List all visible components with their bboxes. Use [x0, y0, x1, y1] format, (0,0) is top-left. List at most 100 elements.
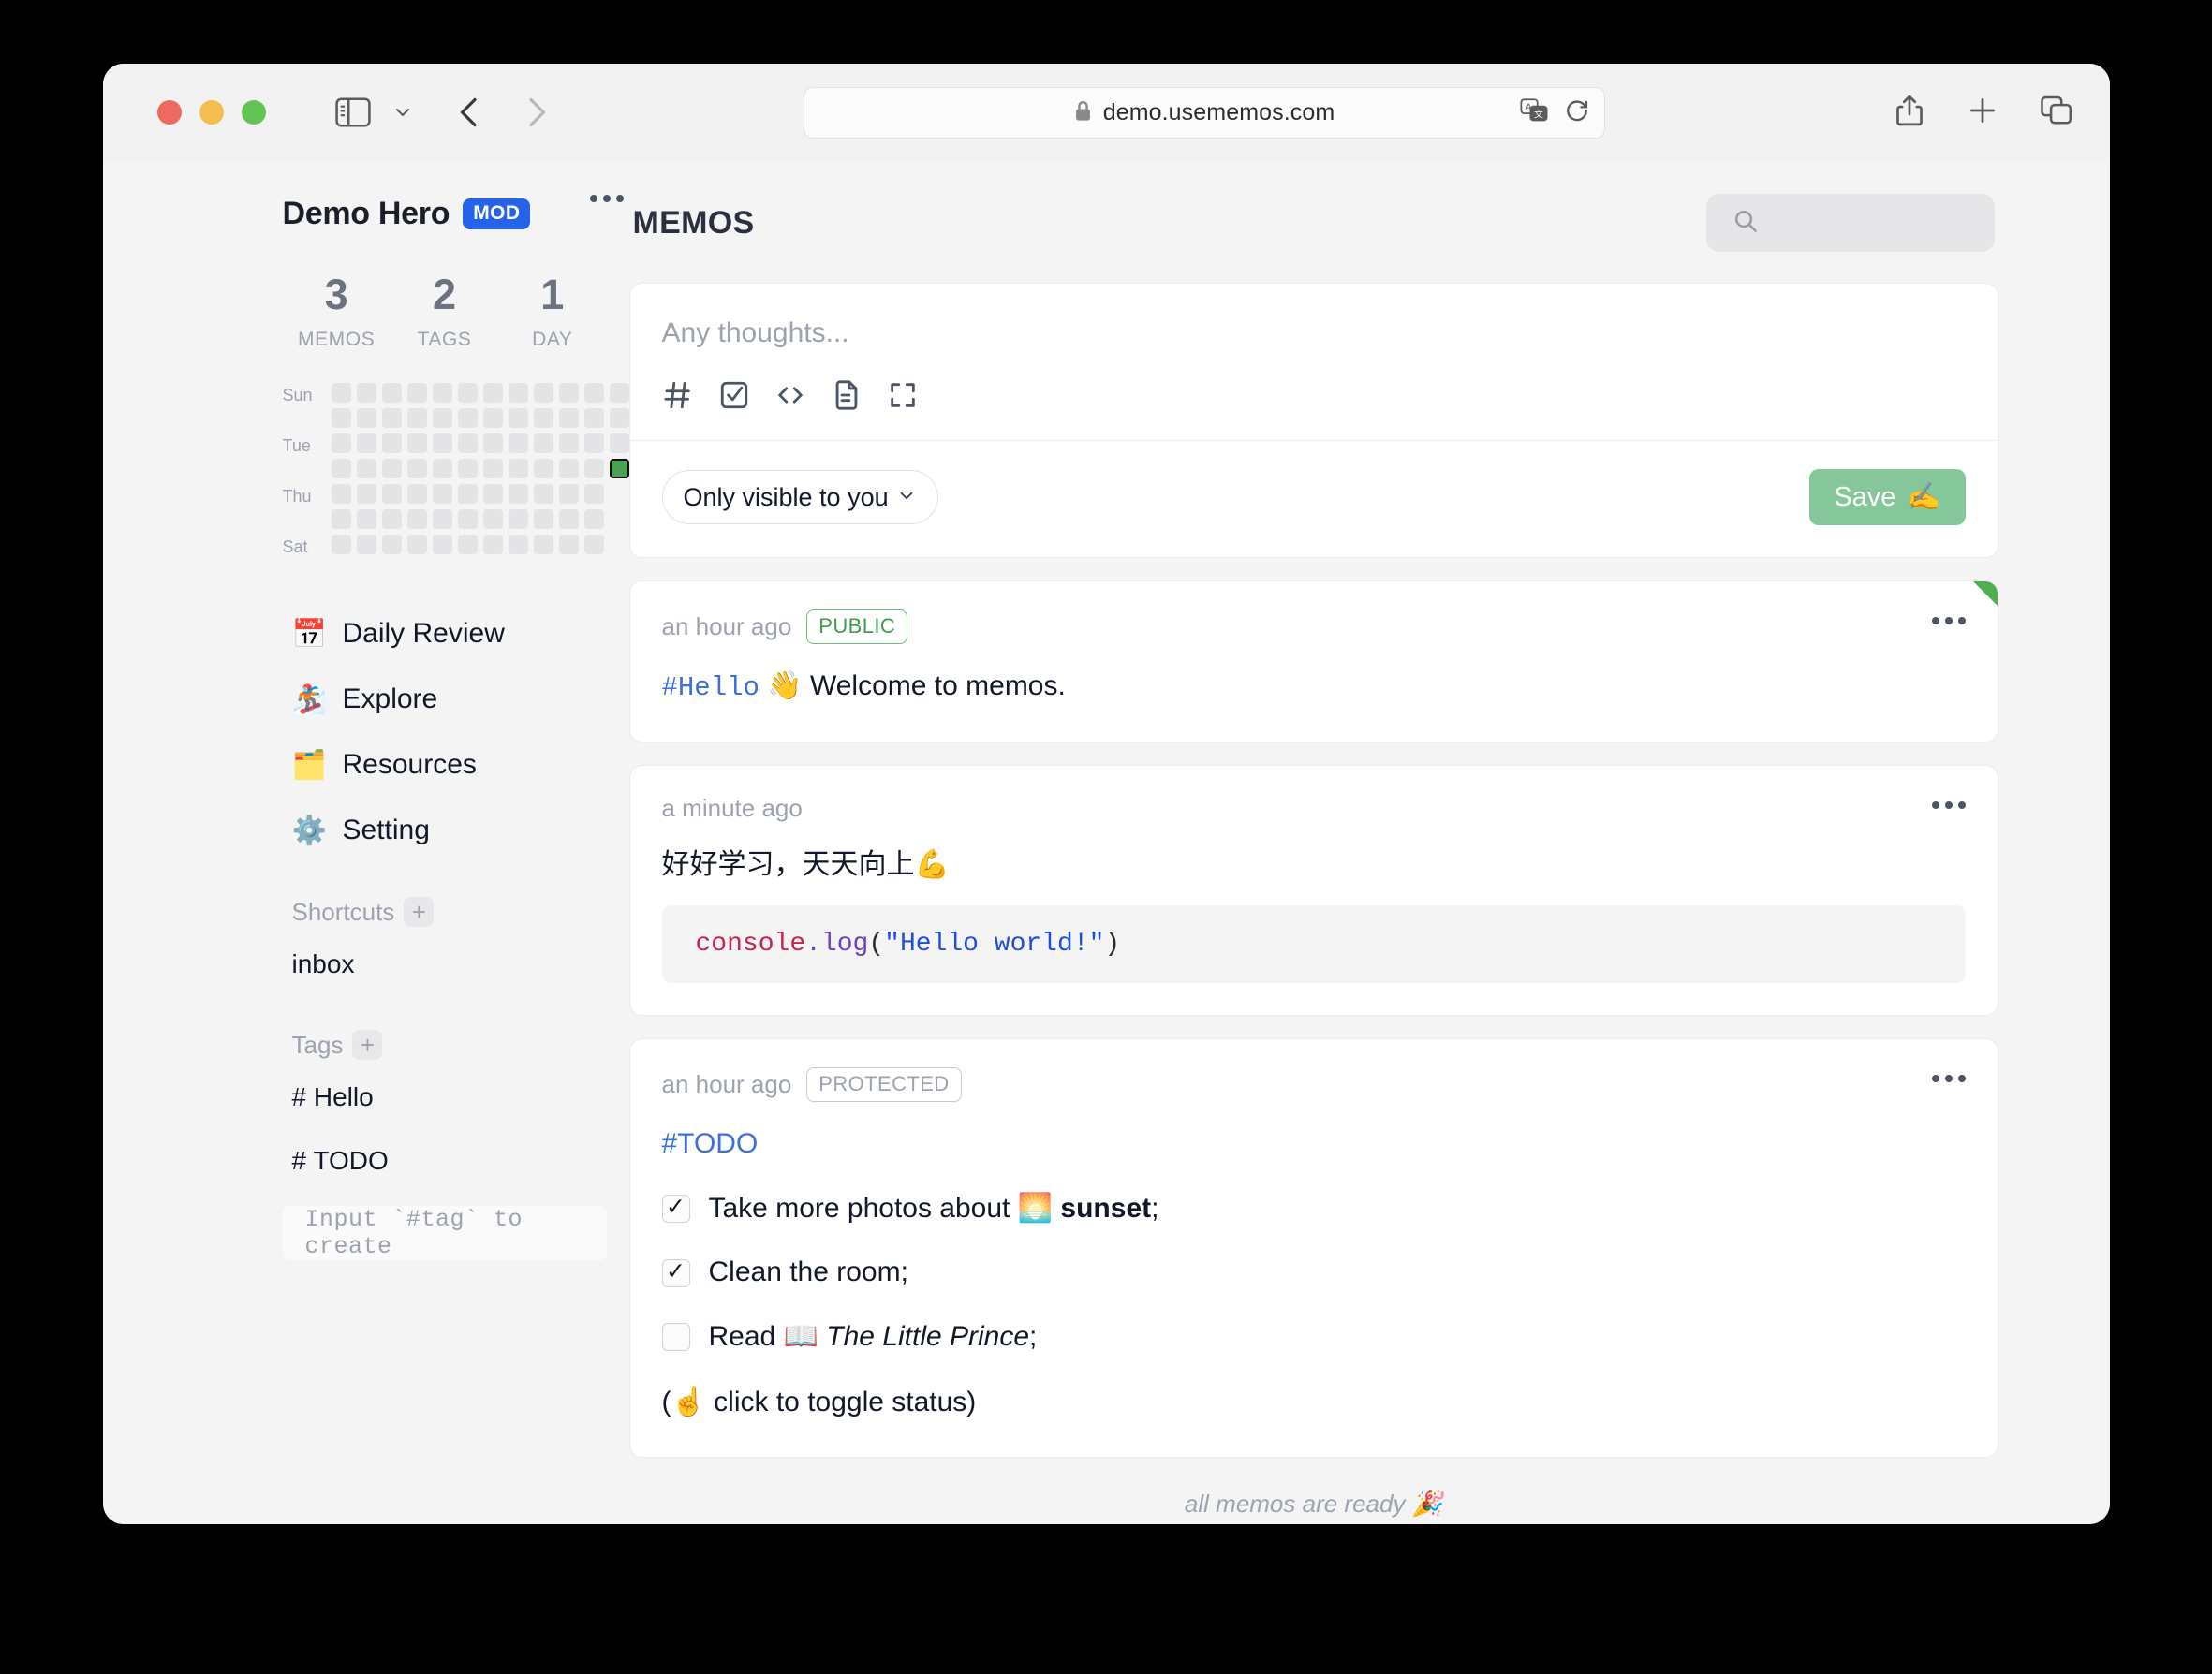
heatmap-cell[interactable] [406, 535, 427, 554]
heatmap-cell[interactable] [457, 484, 478, 504]
heatmap-cell[interactable] [482, 408, 503, 428]
heatmap-cell[interactable] [558, 433, 579, 453]
translate-icon[interactable]: A 文 [1520, 98, 1548, 127]
heatmap-cell[interactable] [331, 535, 351, 554]
sidebar-item-setting[interactable]: ⚙️ Setting [283, 798, 607, 863]
heatmap-cell[interactable] [508, 433, 528, 453]
heatmap-cell[interactable] [508, 459, 528, 478]
heatmap-cell[interactable] [583, 459, 604, 478]
code-icon[interactable] [774, 379, 806, 416]
memo-card[interactable]: an hour ago PUBLIC #Hello 👋 Welcome to m… [628, 580, 1998, 742]
heatmap-cell[interactable] [508, 509, 528, 529]
back-chevron-icon[interactable] [455, 95, 483, 129]
heatmap-cell[interactable] [583, 433, 604, 453]
todo-item[interactable]: Read 📖 The Little Prince; [661, 1315, 1966, 1359]
heatmap-cell[interactable] [533, 535, 553, 554]
heatmap-cell[interactable] [432, 484, 452, 504]
heatmap-cell[interactable] [457, 509, 478, 529]
heatmap-cell[interactable] [457, 383, 478, 403]
heatmap-cell[interactable] [457, 433, 478, 453]
heatmap-cell[interactable] [356, 408, 376, 428]
heatmap-cell[interactable] [331, 433, 351, 453]
ellipsis-icon[interactable] [1931, 617, 1966, 624]
heatmap-cell[interactable] [508, 484, 528, 504]
heatmap-cell[interactable] [583, 509, 604, 529]
heatmap-cell[interactable] [432, 459, 452, 478]
heatmap-cell[interactable] [406, 459, 427, 478]
ellipsis-icon[interactable] [1931, 800, 1966, 809]
tag-item-hello[interactable]: # Hello [283, 1065, 607, 1129]
plus-icon[interactable] [1968, 95, 1998, 130]
heatmap-cell[interactable] [482, 433, 503, 453]
heatmap-cell[interactable] [533, 459, 553, 478]
heatmap-cell[interactable] [331, 459, 351, 478]
document-icon[interactable] [831, 379, 863, 416]
tag-item-todo[interactable]: # TODO [283, 1129, 607, 1193]
reload-icon[interactable] [1565, 98, 1589, 127]
heatmap-cell[interactable] [381, 433, 402, 453]
ellipsis-icon[interactable] [1931, 1075, 1966, 1083]
heatmap-cell[interactable] [583, 484, 604, 504]
close-window-button[interactable] [157, 100, 182, 125]
heatmap-cell[interactable] [533, 408, 553, 428]
fullscreen-icon[interactable] [887, 379, 919, 416]
heatmap-cell[interactable] [482, 459, 503, 478]
heatmap-cell[interactable] [508, 383, 528, 403]
heatmap-cell[interactable] [406, 433, 427, 453]
heatmap-cell[interactable] [432, 433, 452, 453]
tab-overview-icon[interactable] [2041, 95, 2072, 130]
heatmap-cell[interactable] [609, 433, 629, 453]
hash-icon[interactable] [662, 379, 694, 416]
heatmap-cell[interactable] [406, 484, 427, 504]
heatmap-cell[interactable] [356, 484, 376, 504]
chevron-down-icon[interactable] [391, 101, 414, 124]
checkbox-checked-icon[interactable]: ✓ [661, 1195, 690, 1224]
heatmap-cell[interactable] [482, 509, 503, 529]
search-input[interactable] [1705, 194, 1995, 252]
minimize-window-button[interactable] [199, 100, 224, 125]
heatmap-grid[interactable] [331, 383, 629, 560]
heatmap-cell[interactable] [508, 408, 528, 428]
memo-tag-link[interactable]: #TODO [662, 1128, 759, 1159]
heatmap-cell[interactable] [432, 535, 452, 554]
todo-item[interactable]: ✓ Clean the room; [661, 1251, 1966, 1295]
heatmap-cell[interactable] [356, 509, 376, 529]
user-name[interactable]: Demo Hero [283, 196, 450, 232]
heatmap-cell[interactable] [583, 535, 604, 554]
heatmap-cell[interactable] [533, 509, 553, 529]
sidebar-item-resources[interactable]: 🗂️ Resources [283, 732, 607, 798]
heatmap-cell[interactable] [457, 535, 478, 554]
memo-card[interactable]: a minute ago 好好学习，天天向上💪 console.log("Hel… [628, 764, 1998, 1017]
shortcut-item-inbox[interactable]: inbox [283, 932, 607, 996]
checkbox-unchecked-icon[interactable] [661, 1323, 690, 1352]
heatmap-cell[interactable] [356, 383, 376, 403]
heatmap-cell[interactable] [331, 408, 351, 428]
forward-chevron-icon[interactable] [523, 95, 551, 129]
heatmap-cell[interactable] [558, 484, 579, 504]
heatmap-cell[interactable] [406, 408, 427, 428]
checkbox-icon[interactable] [718, 379, 750, 416]
heatmap-cell[interactable] [381, 459, 402, 478]
heatmap-cell[interactable] [457, 408, 478, 428]
heatmap-cell[interactable] [406, 509, 427, 529]
sidebar-item-explore[interactable]: 🏂 Explore [283, 667, 607, 732]
heatmap-cell[interactable] [432, 408, 452, 428]
heatmap-cell[interactable] [381, 408, 402, 428]
heatmap-cell[interactable] [381, 509, 402, 529]
heatmap-cell[interactable] [331, 484, 351, 504]
share-icon[interactable] [1895, 94, 1924, 132]
heatmap-cell[interactable] [558, 459, 579, 478]
heatmap-cell[interactable] [482, 383, 503, 403]
heatmap-cell[interactable] [381, 535, 402, 554]
heatmap-cell[interactable] [609, 383, 629, 403]
heatmap-cell[interactable] [508, 535, 528, 554]
heatmap-cell[interactable] [583, 408, 604, 428]
memo-card[interactable]: an hour ago PROTECTED #TODO ✓ Take more … [628, 1038, 1998, 1458]
heatmap-cell[interactable] [533, 433, 553, 453]
checkbox-checked-icon[interactable]: ✓ [661, 1258, 690, 1287]
address-bar[interactable]: demo.usememos.com A 文 [804, 87, 1605, 139]
visibility-select[interactable]: Only visible to you [661, 470, 938, 524]
stat-memos[interactable]: 3 MEMOS [283, 273, 391, 351]
heatmap-cell[interactable] [331, 383, 351, 403]
stat-day[interactable]: 1 DAY [498, 273, 606, 351]
